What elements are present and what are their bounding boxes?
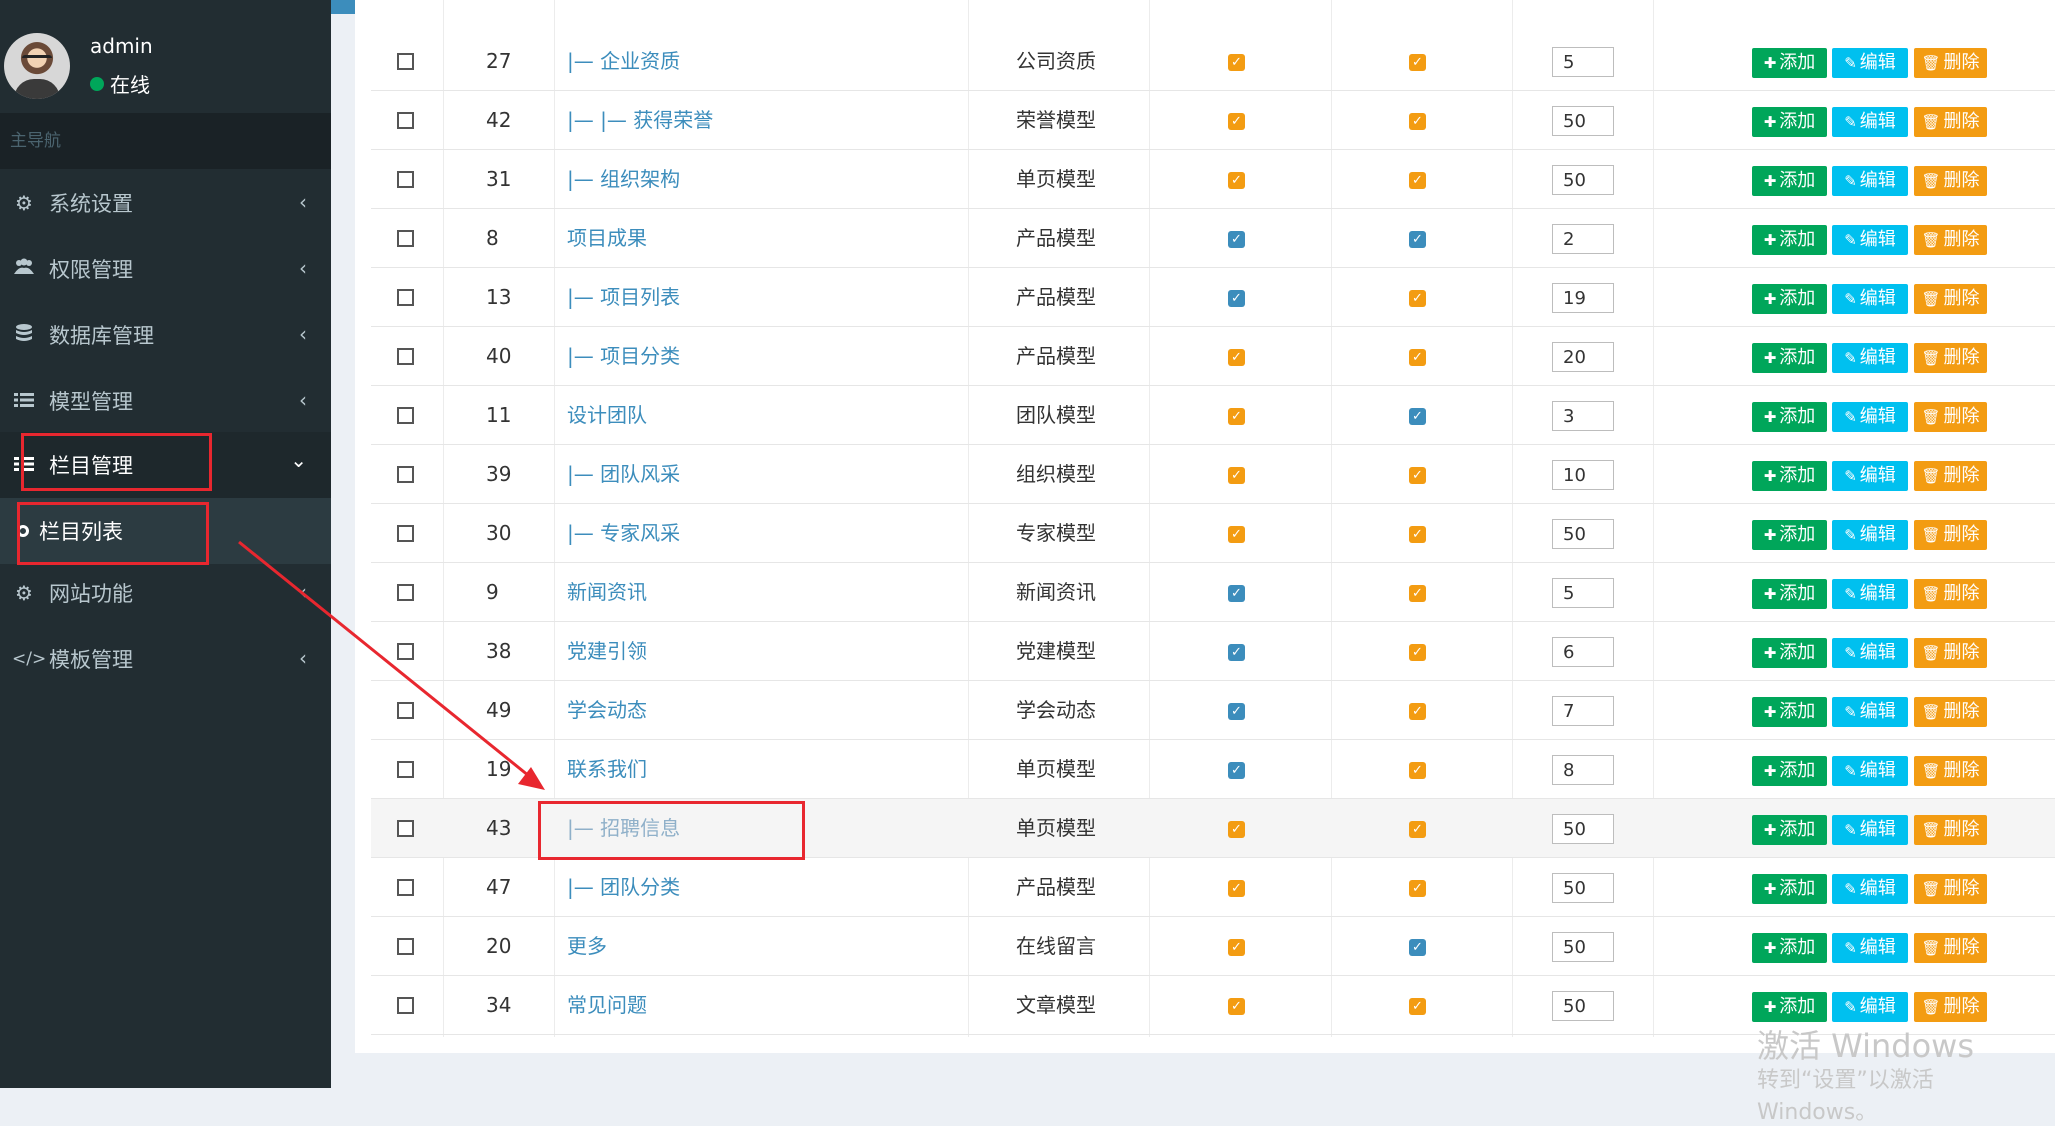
annotation-arrow [238,540,545,790]
